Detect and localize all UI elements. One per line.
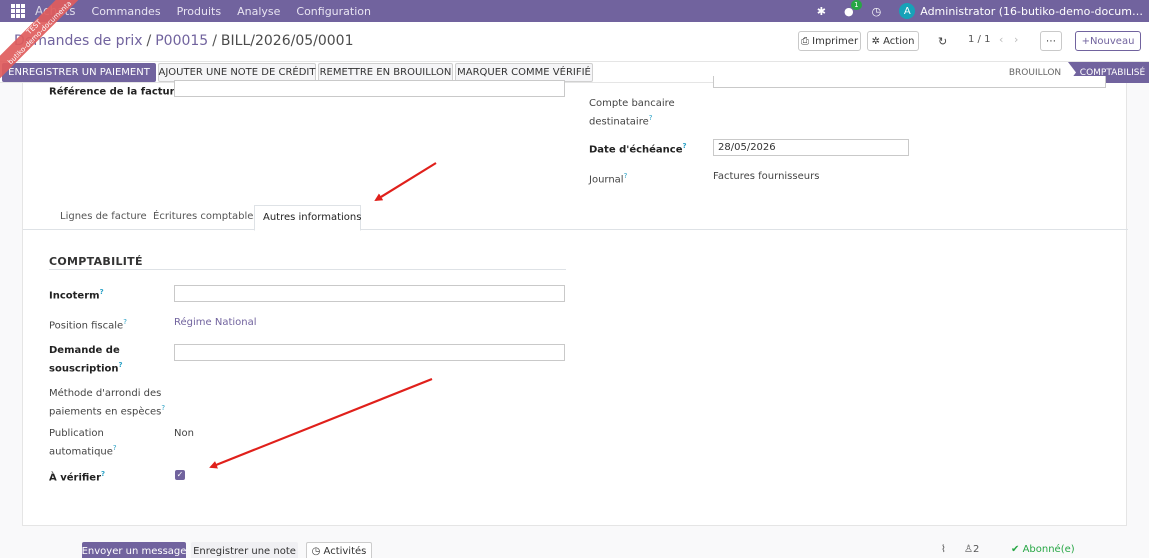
- action-button[interactable]: ✲ Action: [867, 31, 919, 51]
- plus-icon: +: [1081, 35, 1090, 47]
- register-payment-button[interactable]: ENREGISTRER UN PAIEMENT: [2, 63, 156, 82]
- chevron-right-icon[interactable]: ›: [1014, 33, 1018, 46]
- breadcrumb: Demandes de prix / P00015/BILL/2026/05/000…: [14, 33, 354, 49]
- log-note-button[interactable]: Enregistrer une note: [191, 542, 298, 558]
- refresh-icon[interactable]: ↻: [938, 35, 947, 48]
- tab-journal-items[interactable]: Écritures comptables: [153, 211, 259, 222]
- auto-post-label: Publication automatique?: [49, 428, 117, 458]
- action-label: Action: [883, 35, 915, 47]
- messages-badge: 1: [851, 0, 862, 10]
- top-navbar: Achats Commandes Produits Analyse Config…: [0, 0, 1149, 22]
- tab-invoice-lines[interactable]: Lignes de facture: [60, 211, 147, 222]
- print-button[interactable]: ⎙ Imprimer: [798, 31, 861, 51]
- follow-label: Abonné(e): [1022, 544, 1075, 555]
- menu-commandes[interactable]: Commandes: [92, 5, 161, 18]
- due-date-input[interactable]: 28/05/2026: [713, 139, 909, 156]
- user-menu[interactable]: Administrator (16-butiko-demo-docum…: [920, 5, 1143, 18]
- chatter-bar: Envoyer un message Enregistrer une note …: [0, 540, 1149, 558]
- print-icon: ⎙: [800, 35, 813, 47]
- follow-button[interactable]: ✔ Abonné(e): [1011, 544, 1075, 555]
- menu-produits[interactable]: Produits: [177, 5, 222, 18]
- breadcrumb-middle[interactable]: P00015: [155, 33, 208, 49]
- section-title: COMPTABILITÉ: [49, 255, 143, 268]
- breadcrumb-current: BILL/2026/05/0001: [220, 33, 354, 49]
- avatar[interactable]: A: [899, 3, 916, 19]
- bank-label: Compte bancaire destinataire?: [589, 98, 675, 128]
- ref-label: Référence de la facture?: [49, 84, 185, 98]
- journal-value[interactable]: Factures fournisseurs: [713, 171, 819, 182]
- subscription-input[interactable]: [174, 344, 565, 361]
- print-label: Imprimer: [812, 35, 859, 47]
- new-label: Nouveau: [1089, 35, 1135, 47]
- user-icon: ♙: [964, 544, 973, 555]
- notebook-tabs: Lignes de facture Écritures comptables A…: [23, 205, 1128, 231]
- check-icon: ✓: [176, 470, 184, 479]
- fiscal-position-value[interactable]: Régime National: [174, 317, 257, 328]
- apps-grid-icon[interactable]: [11, 4, 25, 18]
- rounding-method-label: Méthode d'arrondi des paiements en espèc…: [49, 388, 166, 418]
- incoterm-label: Incoterm?: [49, 288, 104, 302]
- fiscal-position-label: Position fiscale?: [49, 318, 127, 332]
- new-button[interactable]: + Nouveau: [1075, 31, 1141, 51]
- menu-analyse[interactable]: Analyse: [237, 5, 280, 18]
- check-icon: ✔: [1011, 544, 1023, 555]
- section-divider: [49, 269, 566, 270]
- top-right-input[interactable]: [713, 76, 1106, 88]
- followers-button[interactable]: ♙2: [964, 544, 979, 555]
- tab-other-info[interactable]: Autres informations: [254, 205, 361, 231]
- to-check-checkbox[interactable]: ✓: [175, 470, 185, 480]
- incoterm-input[interactable]: [174, 285, 565, 302]
- to-check-label: À vérifier?: [49, 470, 106, 484]
- activities-button[interactable]: ◷ Activités: [306, 542, 372, 558]
- pager-value[interactable]: 1 / 1: [968, 34, 990, 45]
- due-date-label: Date d'échéance?: [589, 142, 687, 156]
- subscription-label: Demande de souscription?: [49, 345, 123, 375]
- ref-input[interactable]: [174, 80, 565, 97]
- activities-label: Activités: [323, 545, 367, 557]
- form-sheet: Référence de la facture? Compte bancaire…: [22, 76, 1128, 526]
- ellipsis-icon[interactable]: ⋯: [1040, 31, 1062, 51]
- send-message-button[interactable]: Envoyer un message: [82, 542, 186, 558]
- chat-icon[interactable]: ● 1: [844, 0, 862, 18]
- clock-icon: ◷: [311, 545, 324, 557]
- control-panel: Demandes de prix / P00015/BILL/2026/05/000…: [0, 22, 1149, 62]
- auto-post-value[interactable]: Non: [174, 428, 194, 439]
- gear-icon: ✲: [871, 35, 884, 47]
- journal-label: Journal?: [589, 172, 628, 186]
- followers-count: 2: [972, 544, 980, 555]
- clock-icon[interactable]: ◷: [872, 5, 882, 18]
- chevron-left-icon[interactable]: ‹: [999, 33, 1003, 46]
- menu-configuration[interactable]: Configuration: [296, 5, 371, 18]
- bug-icon[interactable]: ✱: [817, 5, 826, 18]
- paperclip-icon[interactable]: ⌇: [941, 544, 946, 555]
